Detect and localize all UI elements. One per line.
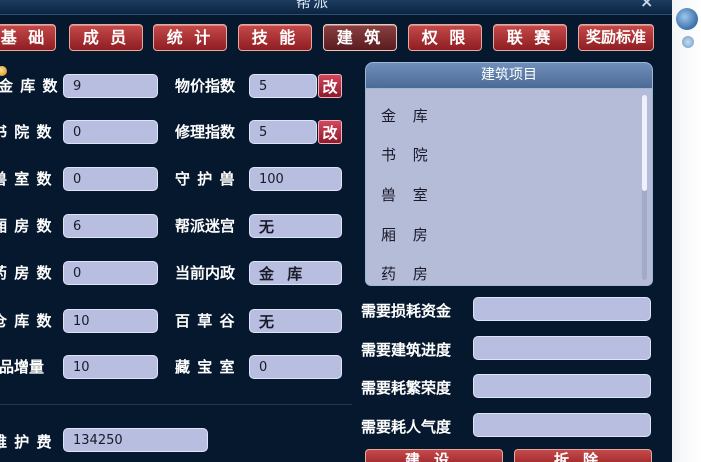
building-list: 金 库 书 院 兽 室 厢 房 药 房 xyxy=(365,89,653,286)
decorative-orb-small-icon xyxy=(682,36,694,48)
demolish-button[interactable]: 拆除 xyxy=(514,449,652,462)
current-affairs-label: 当前内政 xyxy=(175,264,236,282)
required-popularity-label: 需要耗人气度 xyxy=(361,418,452,436)
repair-index-field: 5 xyxy=(249,120,317,144)
building-item-pharmacy[interactable]: 药 房 xyxy=(381,263,434,284)
current-affairs-field: 金 库 xyxy=(249,261,342,285)
warehouse-count-field: 10 xyxy=(63,309,158,333)
close-icon[interactable]: × xyxy=(640,0,653,11)
tab-members[interactable]: 成 员 xyxy=(69,24,143,51)
window-title: 帮派 xyxy=(296,0,331,11)
required-popularity-field xyxy=(473,413,651,437)
decorative-orb-icon xyxy=(676,8,698,30)
maintenance-fee-label: 维 护 费 xyxy=(0,433,53,451)
academy-count-field: 0 xyxy=(63,120,158,144)
building-item-treasury[interactable]: 金 库 xyxy=(381,105,434,126)
tab-skills[interactable]: 技 能 xyxy=(238,24,312,51)
wing-room-count-label: 厢 房 数 xyxy=(0,217,53,235)
required-funds-label: 需要损耗资金 xyxy=(361,302,452,320)
beast-room-count-field: 0 xyxy=(63,167,158,191)
herb-valley-field: 无 xyxy=(249,309,342,333)
desktop-background xyxy=(672,0,701,462)
treasure-room-field: 0 xyxy=(249,355,342,379)
scrollbar-thumb[interactable] xyxy=(642,95,647,191)
building-list-scrollbar[interactable] xyxy=(642,95,647,280)
required-progress-label: 需要建筑进度 xyxy=(361,341,452,359)
pharmacy-count-field: 0 xyxy=(63,261,158,285)
tab-permissions[interactable]: 权 限 xyxy=(408,24,482,51)
pharmacy-count-label: 药 房 数 xyxy=(0,264,53,282)
treasure-room-label: 藏 宝 室 xyxy=(175,358,236,376)
build-button[interactable]: 建设 xyxy=(365,449,503,462)
tab-league[interactable]: 联 赛 xyxy=(493,24,567,51)
required-progress-field xyxy=(473,336,651,360)
medicine-increase-label: 药品增量 xyxy=(0,358,45,376)
maintenance-fee-field: 134250 xyxy=(63,428,208,452)
treasury-count-label: 金 库 数 xyxy=(0,77,59,95)
wing-room-count-field: 6 xyxy=(63,214,158,238)
medicine-increase-field: 10 xyxy=(63,355,158,379)
warehouse-count-label: 仓 库 数 xyxy=(0,312,53,330)
guild-maze-field: 无 xyxy=(249,214,342,238)
tab-buildings[interactable]: 建 筑 xyxy=(323,24,397,51)
guardian-beast-field: 100 xyxy=(249,167,342,191)
building-item-academy[interactable]: 书 院 xyxy=(381,144,434,165)
guild-maze-label: 帮派迷宫 xyxy=(175,217,236,235)
guardian-beast-label: 守 护 兽 xyxy=(175,170,236,188)
section-divider xyxy=(0,404,352,405)
tab-basic[interactable]: 基 础 xyxy=(0,24,56,51)
herb-valley-label: 百 草 谷 xyxy=(175,312,236,330)
price-index-field: 5 xyxy=(249,74,317,98)
building-list-header: 建筑项目 xyxy=(365,62,653,89)
academy-count-label: 书 院 数 xyxy=(0,123,53,141)
title-bar: 帮派 × xyxy=(0,0,672,15)
price-index-label: 物价指数 xyxy=(175,77,236,95)
required-funds-field xyxy=(473,297,651,321)
edit-price-index-button[interactable]: 改 xyxy=(318,74,342,98)
beast-room-count-label: 兽 室 数 xyxy=(0,170,53,188)
tab-statistics[interactable]: 统 计 xyxy=(153,24,227,51)
edit-repair-index-button[interactable]: 改 xyxy=(318,120,342,144)
building-item-wing-room[interactable]: 厢 房 xyxy=(381,224,434,245)
tab-reward-standard[interactable]: 奖励标准 xyxy=(578,24,654,51)
treasury-count-field: 9 xyxy=(63,74,158,98)
guild-window: 帮派 × 基 础 成 员 统 计 技 能 建 筑 权 限 联 赛 奖励标准 金 … xyxy=(0,0,672,462)
repair-index-label: 修理指数 xyxy=(175,123,236,141)
building-item-beast-room[interactable]: 兽 室 xyxy=(381,184,434,205)
required-prosperity-field xyxy=(473,374,651,398)
required-prosperity-label: 需要耗繁荣度 xyxy=(361,379,452,397)
